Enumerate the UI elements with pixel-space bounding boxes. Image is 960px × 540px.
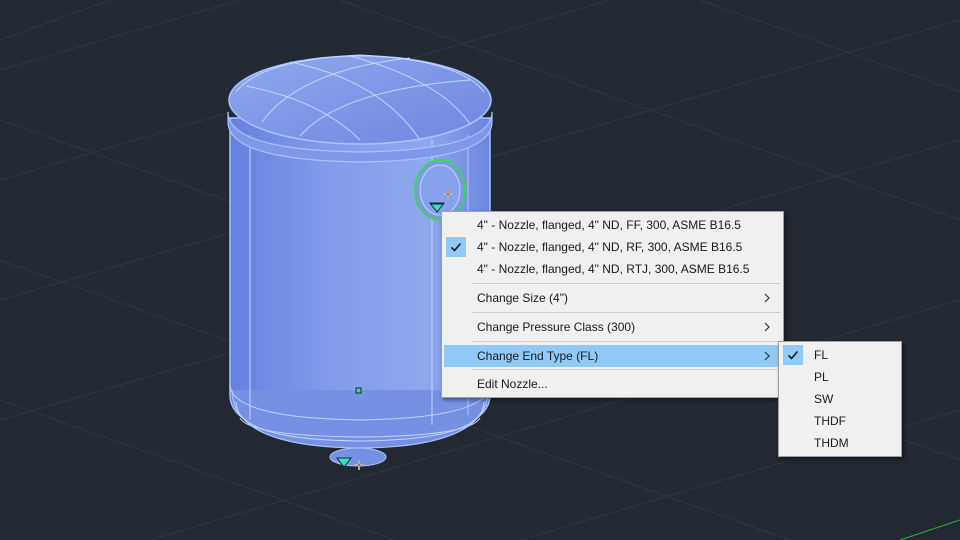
menu-separator: [472, 341, 781, 342]
menu-item-nozzle-rf[interactable]: 4" - Nozzle, flanged, 4" ND, RF, 300, AS…: [444, 236, 781, 258]
menu-separator: [472, 369, 781, 370]
end-type-submenu: FL PL SW THDF THDM: [778, 341, 902, 457]
menu-item-edit-nozzle[interactable]: Edit Nozzle...: [444, 373, 781, 395]
menu-item-change-end-type[interactable]: Change End Type (FL): [444, 345, 781, 367]
axis-line: [899, 519, 960, 540]
submenu-item-thdm[interactable]: THDM: [781, 432, 899, 454]
context-menu: 4" - Nozzle, flanged, 4" ND, FF, 300, AS…: [441, 211, 784, 398]
menu-item-nozzle-ff[interactable]: 4" - Nozzle, flanged, 4" ND, FF, 300, AS…: [444, 214, 781, 236]
chevron-right-icon: [764, 322, 770, 332]
submenu-item-pl[interactable]: PL: [781, 366, 899, 388]
menu-separator: [472, 312, 781, 313]
checkmark-icon: [446, 237, 466, 257]
menu-item-change-size[interactable]: Change Size (4"): [444, 287, 781, 309]
checkmark-icon: [783, 345, 803, 365]
center-grip[interactable]: [355, 387, 362, 394]
chevron-right-icon: [764, 351, 770, 361]
menu-item-nozzle-rtj[interactable]: 4" - Nozzle, flanged, 4" ND, RTJ, 300, A…: [444, 258, 781, 280]
menu-separator: [472, 283, 781, 284]
submenu-item-thdf[interactable]: THDF: [781, 410, 899, 432]
submenu-item-sw[interactable]: SW: [781, 388, 899, 410]
menu-item-change-pressure-class[interactable]: Change Pressure Class (300): [444, 316, 781, 338]
chevron-right-icon: [764, 293, 770, 303]
submenu-item-fl[interactable]: FL: [781, 344, 899, 366]
